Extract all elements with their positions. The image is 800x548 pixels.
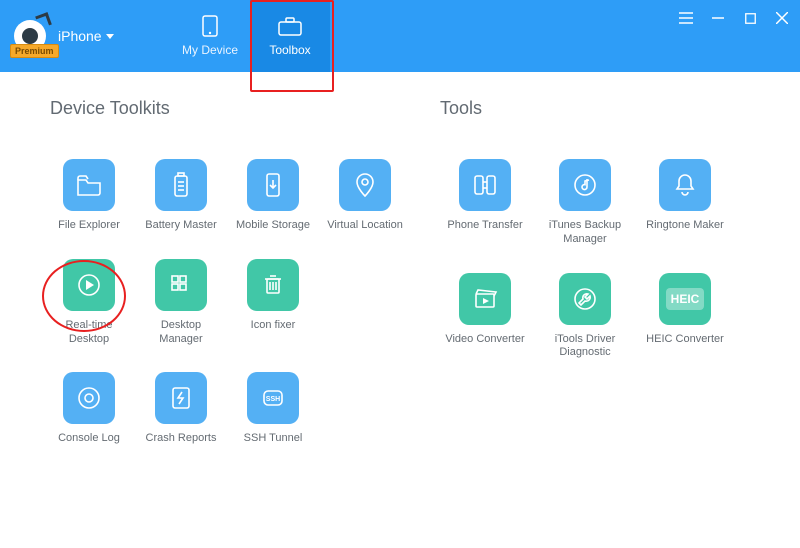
tool-ssh-tunnel[interactable]: SSH SSH Tunnel: [234, 372, 312, 446]
tab-toolbox[interactable]: Toolbox: [250, 0, 330, 72]
section-title-device-toolkits: Device Toolkits: [50, 98, 420, 119]
device-toolkits-grid: File Explorer Battery Master Mobile Stor…: [50, 159, 420, 446]
tool-label: Real-time Desktop: [50, 319, 128, 347]
tool-battery-master[interactable]: Battery Master: [142, 159, 220, 233]
device-icon: [196, 15, 224, 37]
section-title-tools: Tools: [440, 98, 750, 119]
tool-itools-driver-diagnostic[interactable]: iTools Driver Diagnostic: [540, 273, 630, 361]
heic-badge-text: HEIC: [666, 288, 705, 310]
nav-tabs: My Device Toolbox: [170, 0, 330, 72]
transfer-icon: [459, 159, 511, 211]
tool-label: Battery Master: [145, 219, 217, 233]
tool-label: Icon fixer: [251, 319, 296, 333]
tool-label: HEIC Converter: [646, 333, 724, 347]
tool-itunes-backup-manager[interactable]: iTunes Backup Manager: [540, 159, 630, 247]
log-icon: [63, 372, 115, 424]
tool-label: iTools Driver Diagnostic: [544, 333, 626, 361]
tool-desktop-manager[interactable]: Desktop Manager: [142, 259, 220, 347]
device-selector[interactable]: iPhone: [58, 28, 114, 44]
tool-mobile-storage[interactable]: Mobile Storage: [234, 159, 312, 233]
maximize-button[interactable]: [742, 10, 758, 26]
hamburger-menu-icon[interactable]: [678, 10, 694, 26]
app-header: Premium iPhone My Device Toolbox: [0, 0, 800, 72]
device-label-text: iPhone: [58, 28, 102, 44]
tool-label: Phone Transfer: [447, 219, 522, 233]
wrench-icon: [559, 273, 611, 325]
apps-grid-icon: [155, 259, 207, 311]
tool-label: Console Log: [58, 432, 120, 446]
battery-icon: [155, 159, 207, 211]
tool-virtual-location[interactable]: Virtual Location: [326, 159, 404, 233]
tool-heic-converter[interactable]: HEIC HEIC Converter: [640, 273, 730, 361]
storage-icon: [247, 159, 299, 211]
heic-icon: HEIC: [659, 273, 711, 325]
content-area: Device Toolkits File Explorer Battery Ma…: [0, 72, 800, 446]
tool-label: iTunes Backup Manager: [544, 219, 626, 247]
tools-section: Tools Phone Transfer iTunes Backup Manag…: [440, 98, 750, 446]
logo-wrap: Premium: [14, 20, 46, 52]
tools-grid: Phone Transfer iTunes Backup Manager Rin…: [440, 159, 750, 360]
tool-label: Mobile Storage: [236, 219, 310, 233]
play-icon: [63, 259, 115, 311]
svg-text:SSH: SSH: [266, 396, 280, 403]
tool-label: Virtual Location: [327, 219, 403, 233]
tool-label: Desktop Manager: [142, 319, 220, 347]
tool-realtime-desktop[interactable]: Real-time Desktop: [50, 259, 128, 347]
tool-label: Ringtone Maker: [646, 219, 724, 233]
tab-label: My Device: [182, 43, 238, 57]
brand-area: Premium iPhone: [0, 0, 170, 72]
tool-label: SSH Tunnel: [244, 432, 303, 446]
tool-ringtone-maker[interactable]: Ringtone Maker: [640, 159, 730, 247]
tool-console-log[interactable]: Console Log: [50, 372, 128, 446]
tool-label: Crash Reports: [146, 432, 217, 446]
tool-label: Video Converter: [445, 333, 524, 347]
toolbox-icon: [276, 15, 304, 37]
tool-file-explorer[interactable]: File Explorer: [50, 159, 128, 233]
location-pin-icon: [339, 159, 391, 211]
trash-icon: [247, 259, 299, 311]
clapperboard-icon: [459, 273, 511, 325]
tool-label: File Explorer: [58, 219, 120, 233]
device-toolkits-section: Device Toolkits File Explorer Battery Ma…: [50, 98, 420, 446]
tool-video-converter[interactable]: Video Converter: [440, 273, 530, 361]
minimize-button[interactable]: [710, 10, 726, 26]
tab-label: Toolbox: [269, 43, 310, 57]
close-button[interactable]: [774, 10, 790, 26]
folder-icon: [63, 159, 115, 211]
window-controls: [678, 10, 790, 26]
tab-my-device[interactable]: My Device: [170, 0, 250, 72]
bell-icon: [659, 159, 711, 211]
premium-badge: Premium: [10, 44, 59, 58]
tool-icon-fixer[interactable]: Icon fixer: [234, 259, 312, 347]
ssh-icon: SSH: [247, 372, 299, 424]
tool-phone-transfer[interactable]: Phone Transfer: [440, 159, 530, 247]
chevron-down-icon: [106, 34, 114, 39]
tool-crash-reports[interactable]: Crash Reports: [142, 372, 220, 446]
music-note-icon: [559, 159, 611, 211]
lightning-icon: [155, 372, 207, 424]
